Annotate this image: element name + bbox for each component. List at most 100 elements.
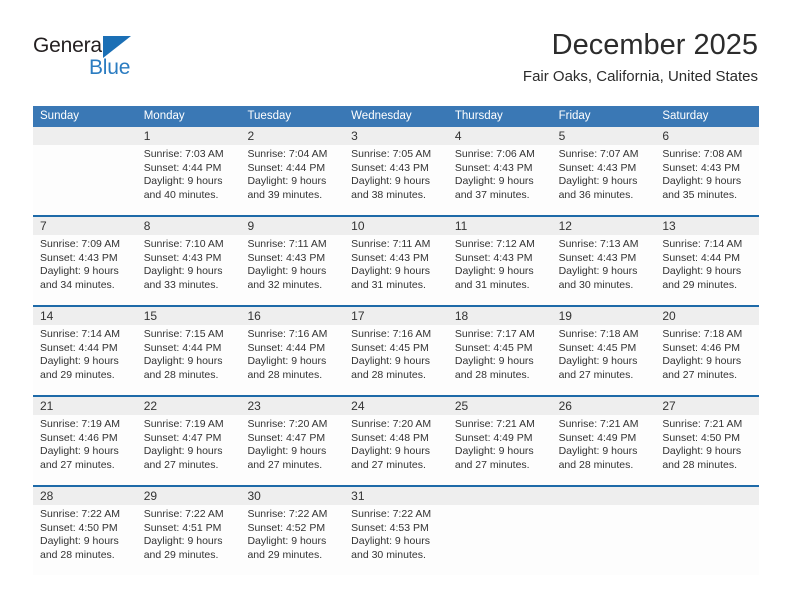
day-number[interactable]: 30 bbox=[240, 487, 344, 505]
day-cell[interactable]: Sunrise: 7:22 AM Sunset: 4:52 PM Daylight:… bbox=[240, 505, 344, 575]
day-daylight-text: and 39 minutes. bbox=[247, 188, 323, 201]
day-number[interactable]: 16 bbox=[240, 307, 344, 325]
day-number[interactable]: 7 bbox=[33, 217, 137, 235]
day-cell[interactable]: Sunrise: 7:14 AM Sunset: 4:44 PM Daylight:… bbox=[655, 235, 759, 305]
day-cell[interactable]: Sunrise: 7:03 AM Sunset: 4:44 PM Daylight:… bbox=[137, 145, 241, 215]
day-number[interactable]: 4 bbox=[448, 127, 552, 145]
day-number[interactable]: 1 bbox=[137, 127, 241, 145]
general-blue-logo[interactable]: General Blue bbox=[33, 34, 213, 86]
day-cell[interactable]: Sunrise: 7:11 AM Sunset: 4:43 PM Daylight:… bbox=[240, 235, 344, 305]
day-cell[interactable]: Sunrise: 7:13 AM Sunset: 4:43 PM Daylight:… bbox=[552, 235, 656, 305]
day-sunset-text: Sunset: 4:45 PM bbox=[454, 341, 533, 354]
day-sunrise-text: Sunrise: 7:03 AM bbox=[143, 148, 224, 160]
day-number[interactable]: 24 bbox=[344, 397, 448, 415]
day-sunset-text: Sunset: 4:50 PM bbox=[662, 431, 740, 444]
day-number[interactable]: 27 bbox=[655, 397, 759, 415]
day-number[interactable]: 5 bbox=[552, 127, 656, 145]
day-number[interactable]: 12 bbox=[552, 217, 656, 235]
day-sunset-text: Sunset: 4:50 PM bbox=[40, 521, 118, 534]
day-number[interactable]: 11 bbox=[448, 217, 552, 235]
day-cell[interactable]: Sunrise: 7:15 AM Sunset: 4:44 PM Daylight:… bbox=[137, 325, 241, 395]
day-cell[interactable]: Sunrise: 7:20 AM Sunset: 4:47 PM Daylight:… bbox=[240, 415, 344, 485]
day-daylight-text: Daylight: 9 hours bbox=[662, 265, 742, 278]
day-daylight-text: and 40 minutes. bbox=[143, 188, 219, 201]
day-sunset-text: Sunset: 4:43 PM bbox=[662, 161, 740, 174]
day-number[interactable]: 8 bbox=[137, 217, 241, 235]
day-number-row: 28 29 30 31 bbox=[33, 487, 759, 505]
day-cell[interactable]: Sunrise: 7:22 AM Sunset: 4:51 PM Daylight:… bbox=[137, 505, 241, 575]
day-number[interactable]: 29 bbox=[137, 487, 241, 505]
day-number[interactable]: 18 bbox=[448, 307, 552, 325]
day-number[interactable]: 9 bbox=[240, 217, 344, 235]
day-number[interactable]: 10 bbox=[344, 217, 448, 235]
day-daylight-text: Daylight: 9 hours bbox=[143, 445, 223, 458]
day-number[interactable]: 31 bbox=[344, 487, 448, 505]
day-daylight-text: Daylight: 9 hours bbox=[40, 355, 119, 368]
day-cell[interactable]: Sunrise: 7:08 AM Sunset: 4:43 PM Daylight:… bbox=[655, 145, 759, 215]
day-daylight-text: and 28 minutes. bbox=[558, 458, 634, 471]
day-cell[interactable]: Sunrise: 7:04 AM Sunset: 4:44 PM Daylight:… bbox=[240, 145, 344, 215]
day-daylight-text: and 27 minutes. bbox=[558, 368, 634, 381]
day-detail-row: Sunrise: 7:14 AM Sunset: 4:44 PM Daylight:… bbox=[33, 325, 759, 395]
day-cell[interactable]: Sunrise: 7:22 AM Sunset: 4:50 PM Daylight:… bbox=[33, 505, 137, 575]
day-daylight-text: Daylight: 9 hours bbox=[662, 445, 742, 458]
day-number[interactable]: 20 bbox=[655, 307, 759, 325]
day-daylight-text: Daylight: 9 hours bbox=[351, 175, 430, 188]
day-daylight-text: Daylight: 9 hours bbox=[558, 265, 638, 278]
day-sunset-text: Sunset: 4:43 PM bbox=[558, 251, 637, 264]
day-number[interactable]: 6 bbox=[655, 127, 759, 145]
day-cell[interactable]: Sunrise: 7:20 AM Sunset: 4:48 PM Daylight:… bbox=[344, 415, 448, 485]
day-cell[interactable]: Sunrise: 7:18 AM Sunset: 4:46 PM Daylight:… bbox=[655, 325, 759, 395]
day-sunrise-text: Sunrise: 7:22 AM bbox=[351, 508, 432, 520]
day-daylight-text: Daylight: 9 hours bbox=[662, 355, 742, 368]
day-number[interactable]: 22 bbox=[137, 397, 241, 415]
day-daylight-text: Daylight: 9 hours bbox=[247, 355, 327, 368]
day-cell[interactable]: Sunrise: 7:17 AM Sunset: 4:45 PM Daylight:… bbox=[448, 325, 552, 395]
day-daylight-text: and 27 minutes. bbox=[351, 458, 426, 471]
day-number[interactable]: 26 bbox=[552, 397, 656, 415]
day-daylight-text: and 27 minutes. bbox=[143, 458, 219, 471]
day-number[interactable]: 13 bbox=[655, 217, 759, 235]
day-cell[interactable]: Sunrise: 7:16 AM Sunset: 4:45 PM Daylight:… bbox=[344, 325, 448, 395]
day-number[interactable]: 15 bbox=[137, 307, 241, 325]
day-number[interactable]: 17 bbox=[344, 307, 448, 325]
calendar-week-row: 1 2 3 4 5 6 Sunrise: 7:03 AM Sunset: 4:44 PM Day… bbox=[33, 127, 759, 215]
day-sunset-text: Sunset: 4:43 PM bbox=[351, 161, 429, 174]
day-cell[interactable]: Sunrise: 7:14 AM Sunset: 4:44 PM Daylight:… bbox=[33, 325, 137, 395]
day-number[interactable]: 14 bbox=[33, 307, 137, 325]
day-cell[interactable]: Sunrise: 7:21 AM Sunset: 4:49 PM Daylight:… bbox=[448, 415, 552, 485]
day-number[interactable]: 23 bbox=[240, 397, 344, 415]
day-daylight-text: Daylight: 9 hours bbox=[454, 445, 534, 458]
day-sunrise-text: Sunrise: 7:07 AM bbox=[558, 148, 639, 160]
day-cell[interactable]: Sunrise: 7:19 AM Sunset: 4:46 PM Daylight:… bbox=[33, 415, 137, 485]
weekday-header-thursday: Thursday bbox=[454, 110, 503, 122]
day-cell[interactable]: Sunrise: 7:09 AM Sunset: 4:43 PM Daylight:… bbox=[33, 235, 137, 305]
day-cell[interactable]: Sunrise: 7:21 AM Sunset: 4:49 PM Daylight:… bbox=[552, 415, 656, 485]
day-daylight-text: Daylight: 9 hours bbox=[558, 445, 638, 458]
day-cell[interactable]: Sunrise: 7:06 AM Sunset: 4:43 PM Daylight:… bbox=[448, 145, 552, 215]
day-daylight-text: and 32 minutes. bbox=[247, 278, 323, 291]
day-sunset-text: Sunset: 4:53 PM bbox=[351, 521, 429, 534]
day-cell[interactable]: Sunrise: 7:16 AM Sunset: 4:44 PM Daylight:… bbox=[240, 325, 344, 395]
day-number[interactable]: 3 bbox=[344, 127, 448, 145]
day-cell[interactable]: Sunrise: 7:07 AM Sunset: 4:43 PM Daylight:… bbox=[552, 145, 656, 215]
weekday-header-friday: Friday bbox=[558, 110, 591, 122]
day-number[interactable]: 28 bbox=[33, 487, 137, 505]
day-cell[interactable]: Sunrise: 7:10 AM Sunset: 4:43 PM Daylight:… bbox=[137, 235, 241, 305]
day-daylight-text: and 28 minutes. bbox=[454, 368, 530, 381]
day-sunset-text: Sunset: 4:43 PM bbox=[454, 251, 533, 264]
day-number[interactable]: 2 bbox=[240, 127, 344, 145]
day-cell[interactable]: Sunrise: 7:21 AM Sunset: 4:50 PM Daylight:… bbox=[655, 415, 759, 485]
day-number[interactable]: 25 bbox=[448, 397, 552, 415]
day-cell[interactable]: Sunrise: 7:12 AM Sunset: 4:43 PM Daylight:… bbox=[448, 235, 552, 305]
day-cell[interactable]: Sunrise: 7:11 AM Sunset: 4:43 PM Daylight:… bbox=[344, 235, 448, 305]
day-cell[interactable]: Sunrise: 7:05 AM Sunset: 4:43 PM Daylight:… bbox=[344, 145, 448, 215]
day-cell[interactable]: Sunrise: 7:19 AM Sunset: 4:47 PM Daylight:… bbox=[137, 415, 241, 485]
day-number[interactable]: 19 bbox=[552, 307, 656, 325]
day-sunset-text: Sunset: 4:43 PM bbox=[454, 161, 533, 174]
weekday-header-wednesday: Wednesday bbox=[351, 110, 412, 122]
day-number[interactable]: 21 bbox=[33, 397, 137, 415]
day-cell[interactable]: Sunrise: 7:18 AM Sunset: 4:45 PM Daylight:… bbox=[552, 325, 656, 395]
day-daylight-text: and 37 minutes. bbox=[454, 188, 530, 201]
day-cell[interactable]: Sunrise: 7:22 AM Sunset: 4:53 PM Daylight:… bbox=[344, 505, 448, 575]
